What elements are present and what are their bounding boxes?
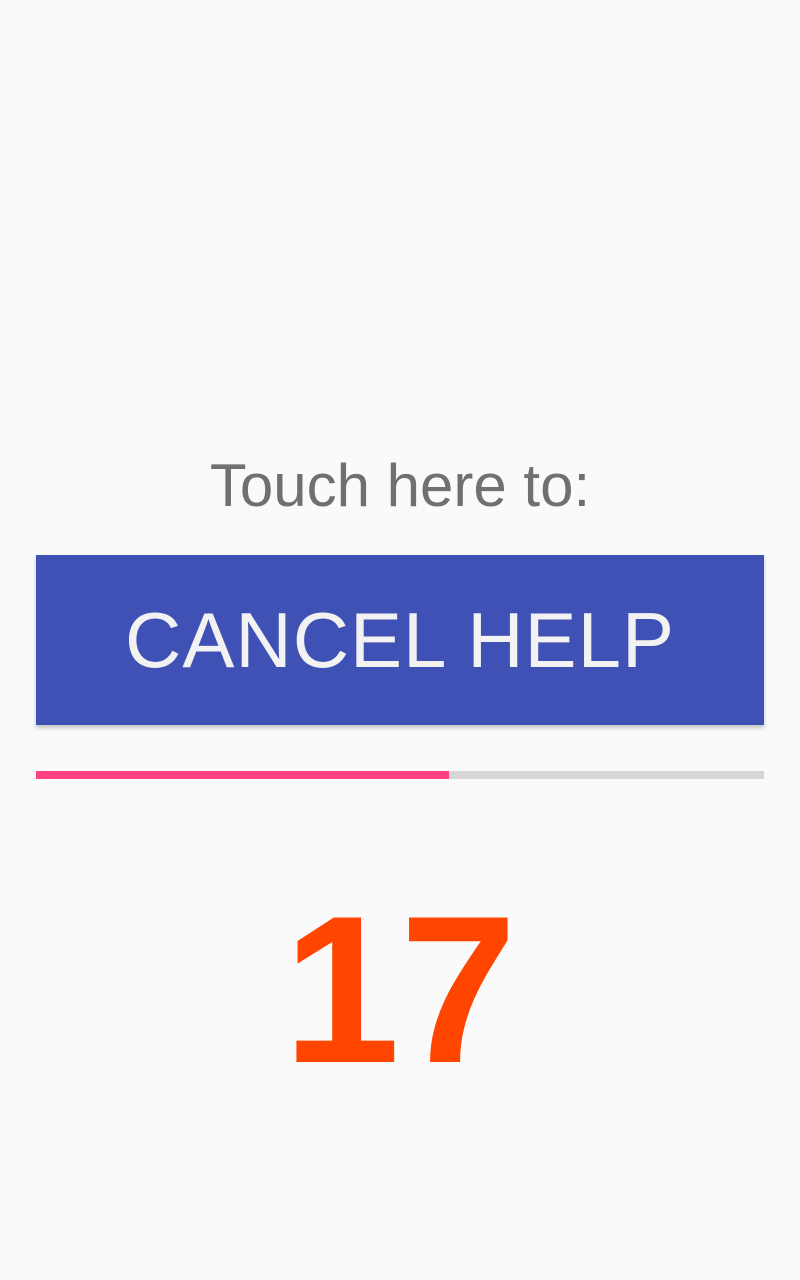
cancel-help-button[interactable]: CANCEL HELP bbox=[36, 555, 764, 725]
touch-prompt-label: Touch here to: bbox=[209, 452, 591, 519]
help-cancel-screen: { "prompt_text": "Touch here to:", "canc… bbox=[0, 0, 800, 1280]
countdown-seconds: 17 bbox=[283, 872, 517, 1107]
countdown-progress-fill bbox=[36, 771, 449, 779]
countdown-progress-bar bbox=[36, 771, 764, 779]
